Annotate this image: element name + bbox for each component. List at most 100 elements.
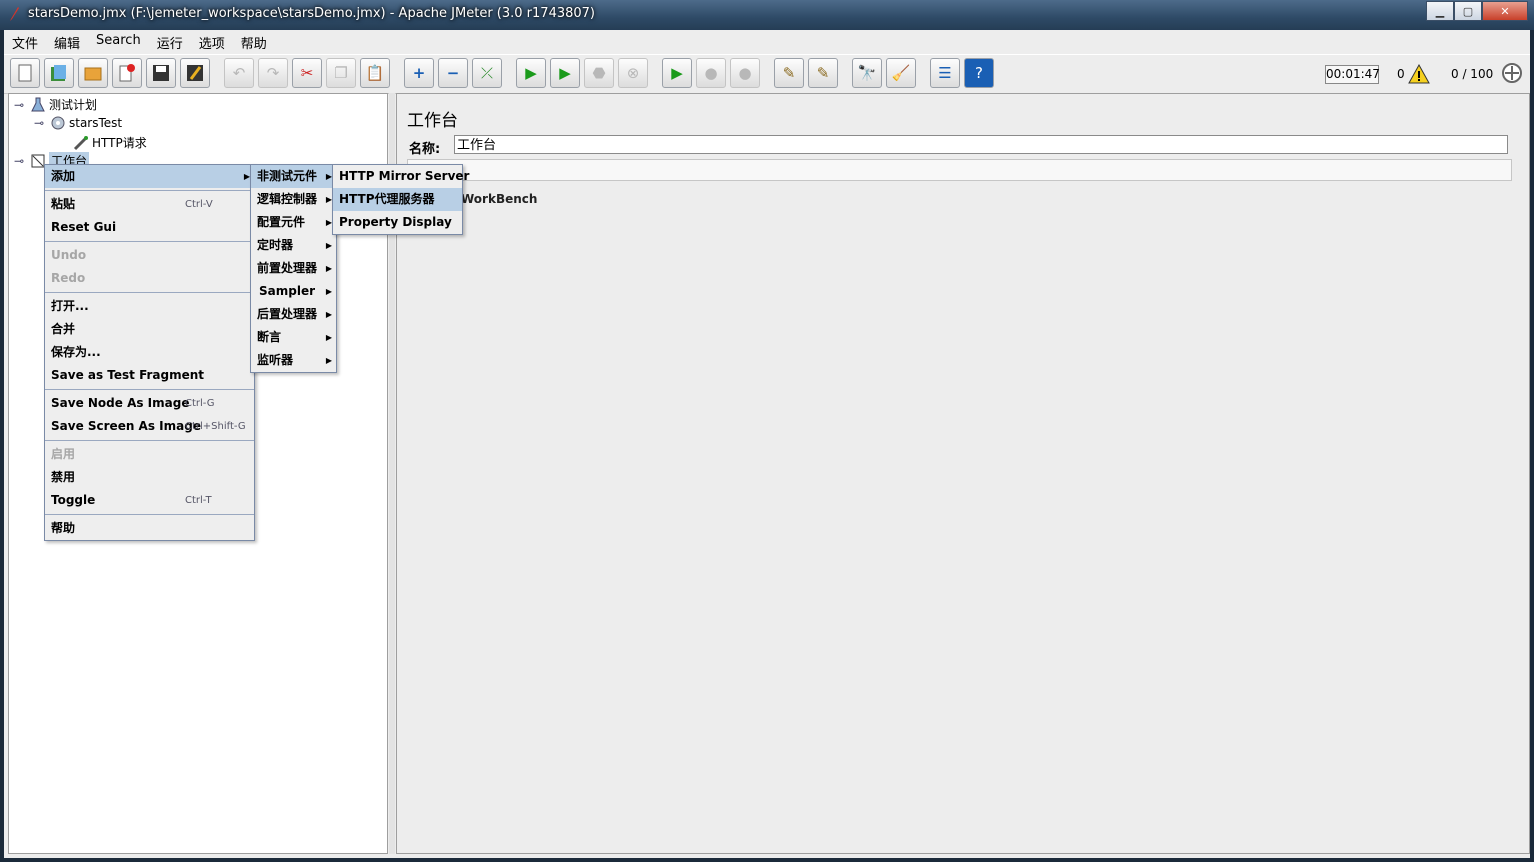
start-icon[interactable]: ▶ xyxy=(516,58,546,88)
submenu-item-http-proxy-server[interactable]: HTTP代理服务器 xyxy=(333,188,462,211)
submenu-item-non-test-elements[interactable]: 非测试元件 ▶ xyxy=(251,165,336,188)
tree-node-http-request[interactable]: HTTP请求 xyxy=(73,134,147,151)
menu-item-merge[interactable]: 合并 xyxy=(45,318,254,341)
elapsed-time: 00:01:47 xyxy=(1325,65,1380,84)
menu-separator xyxy=(45,514,254,515)
tree-node-test-plan[interactable]: ⊸ 测试计划 xyxy=(14,96,97,113)
warning-icon[interactable] xyxy=(1408,64,1430,84)
menu-item-help[interactable]: 帮助 xyxy=(45,517,254,540)
search-icon[interactable]: 🔭 xyxy=(852,58,882,88)
clear-icon[interactable]: ✎ xyxy=(774,58,804,88)
error-count: 0 xyxy=(1397,67,1405,81)
menu-options[interactable]: 选项 xyxy=(191,30,233,52)
function-helper-icon[interactable]: ☰ xyxy=(930,58,960,88)
menu-item-enable[interactable]: 启用 xyxy=(45,443,254,466)
remote-shutdown-icon[interactable]: ● xyxy=(730,58,760,88)
tree-label: 测试计划 xyxy=(49,98,98,112)
menu-item-save-screen-image[interactable]: Save Screen As Image Ctrl+Shift-G xyxy=(45,415,254,438)
save-icon[interactable] xyxy=(146,58,176,88)
submenu-item-property-display[interactable]: Property Display xyxy=(333,211,462,234)
submenu-item-config-element[interactable]: 配置元件 ▶ xyxy=(251,211,336,234)
toggle-icon[interactable]: ⤫ xyxy=(472,58,502,88)
submenu-item-sampler[interactable]: Sampler ▶ xyxy=(251,280,336,303)
workbench-panel: 工作台 名称: 工作台 WorkBench xyxy=(396,93,1530,854)
menu-item-save-node-image[interactable]: Save Node As Image Ctrl-G xyxy=(45,392,254,415)
copy-icon[interactable]: ❐ xyxy=(326,58,356,88)
paste-icon[interactable]: 📋 xyxy=(360,58,390,88)
cut-icon[interactable]: ✂ xyxy=(292,58,322,88)
open-icon[interactable] xyxy=(78,58,108,88)
tree-node-thread-group[interactable]: ⊸ starsTest xyxy=(34,115,122,131)
non-test-elements-submenu: HTTP Mirror Server HTTP代理服务器 Property Di… xyxy=(332,164,469,235)
remote-start-icon[interactable]: ▶ xyxy=(662,58,692,88)
menu-item-redo[interactable]: Redo xyxy=(45,267,254,290)
thread-group-gear-icon xyxy=(51,116,65,130)
minimize-button[interactable]: ▁ xyxy=(1426,1,1454,21)
tree-expander-icon[interactable]: ⊸ xyxy=(14,98,30,112)
stop-icon[interactable]: ⬣ xyxy=(584,58,614,88)
redo-icon[interactable]: ↷ xyxy=(258,58,288,88)
templates-icon[interactable] xyxy=(44,58,74,88)
name-field[interactable]: 工作台 xyxy=(454,135,1508,154)
comments-field[interactable] xyxy=(407,159,1512,181)
add-submenu: 非测试元件 ▶ 逻辑控制器 ▶ 配置元件 ▶ 定时器 ▶ 前置处理器 ▶ Sampler ▶… xyxy=(250,164,337,373)
menu-separator xyxy=(45,292,254,293)
context-menu: 添加 ▶ 粘贴 Ctrl-V Reset Gui Undo Redo 打开... 合… xyxy=(44,164,255,541)
toolbar: ↶ ↷ ✂ ❐ 📋 + − ⤫ ▶ ▶ ⬣ ⊗ ▶ ● ● ✎ ✎ 🔭 🧹 ☰ … xyxy=(4,54,1530,94)
submenu-item-pre-processor[interactable]: 前置处理器 ▶ xyxy=(251,257,336,280)
tree-label: starsTest xyxy=(69,116,123,130)
maximize-button[interactable]: ▢ xyxy=(1454,1,1482,21)
submenu-item-listener[interactable]: 监听器 ▶ xyxy=(251,349,336,372)
menu-item-reset-gui[interactable]: Reset Gui xyxy=(45,216,254,239)
expand-log-icon[interactable] xyxy=(1501,62,1523,84)
active-threads: 0 / 100 xyxy=(1451,67,1494,81)
window-title: starsDemo.jmx (F:\jemeter_workspace\star… xyxy=(28,6,595,21)
tree-label: HTTP请求 xyxy=(92,136,147,150)
submenu-item-timer[interactable]: 定时器 ▶ xyxy=(251,234,336,257)
test-plan-icon xyxy=(31,97,45,111)
menu-help[interactable]: 帮助 xyxy=(233,30,275,52)
menu-item-paste[interactable]: 粘贴 Ctrl-V xyxy=(45,193,254,216)
tree-expander-icon[interactable]: ⊸ xyxy=(34,116,50,130)
workbench-label: WorkBench xyxy=(461,192,538,206)
help-icon[interactable]: ? xyxy=(964,58,994,88)
menu-item-save-as[interactable]: 保存为... xyxy=(45,341,254,364)
undo-icon[interactable]: ↶ xyxy=(224,58,254,88)
window-title-bar: starsDemo.jmx (F:\jemeter_workspace\star… xyxy=(0,0,1534,30)
menu-item-toggle[interactable]: Toggle Ctrl-T xyxy=(45,489,254,512)
collapse-all-icon[interactable]: − xyxy=(438,58,468,88)
menu-separator xyxy=(45,389,254,390)
tree-expander-icon[interactable]: ⊸ xyxy=(14,154,30,168)
panel-title: 工作台 xyxy=(407,111,458,131)
submenu-item-http-mirror-server[interactable]: HTTP Mirror Server xyxy=(333,165,469,188)
menu-separator xyxy=(45,241,254,242)
remote-stop-icon[interactable]: ● xyxy=(696,58,726,88)
submenu-item-logic-controller[interactable]: 逻辑控制器 ▶ xyxy=(251,188,336,211)
menu-separator xyxy=(45,440,254,441)
menu-run[interactable]: 运行 xyxy=(149,30,191,52)
menu-item-add[interactable]: 添加 ▶ xyxy=(45,165,254,188)
expand-all-icon[interactable]: + xyxy=(404,58,434,88)
menu-bar: 文件 编辑 Search 运行 选项 帮助 xyxy=(4,30,1530,52)
clear-all-icon[interactable]: ✎ xyxy=(808,58,838,88)
close-window-button[interactable]: ✕ xyxy=(1482,1,1528,21)
new-icon[interactable] xyxy=(10,58,40,88)
jmeter-window: 文件 编辑 Search 运行 选项 帮助 ↶ ↷ ✂ ❐ 📋 + − ⤫ ▶ … xyxy=(4,30,1530,858)
menu-item-undo[interactable]: Undo xyxy=(45,244,254,267)
menu-separator xyxy=(45,190,254,191)
reset-search-icon[interactable]: 🧹 xyxy=(886,58,916,88)
menu-edit[interactable]: 编辑 xyxy=(46,30,88,52)
menu-item-open[interactable]: 打开... xyxy=(45,295,254,318)
shutdown-icon[interactable]: ⊗ xyxy=(618,58,648,88)
close-file-icon[interactable] xyxy=(112,58,142,88)
menu-item-save-fragment[interactable]: Save as Test Fragment xyxy=(45,364,254,387)
menu-item-disable[interactable]: 禁用 xyxy=(45,466,254,489)
submenu-item-post-processor[interactable]: 后置处理器 ▶ xyxy=(251,303,336,326)
menu-search[interactable]: Search xyxy=(88,30,149,52)
sampler-pipette-icon xyxy=(73,135,88,150)
name-label: 名称: xyxy=(409,142,441,157)
menu-file[interactable]: 文件 xyxy=(4,30,46,52)
start-no-pause-icon[interactable]: ▶ xyxy=(550,58,580,88)
save-as-icon[interactable] xyxy=(180,58,210,88)
submenu-item-assertion[interactable]: 断言 ▶ xyxy=(251,326,336,349)
